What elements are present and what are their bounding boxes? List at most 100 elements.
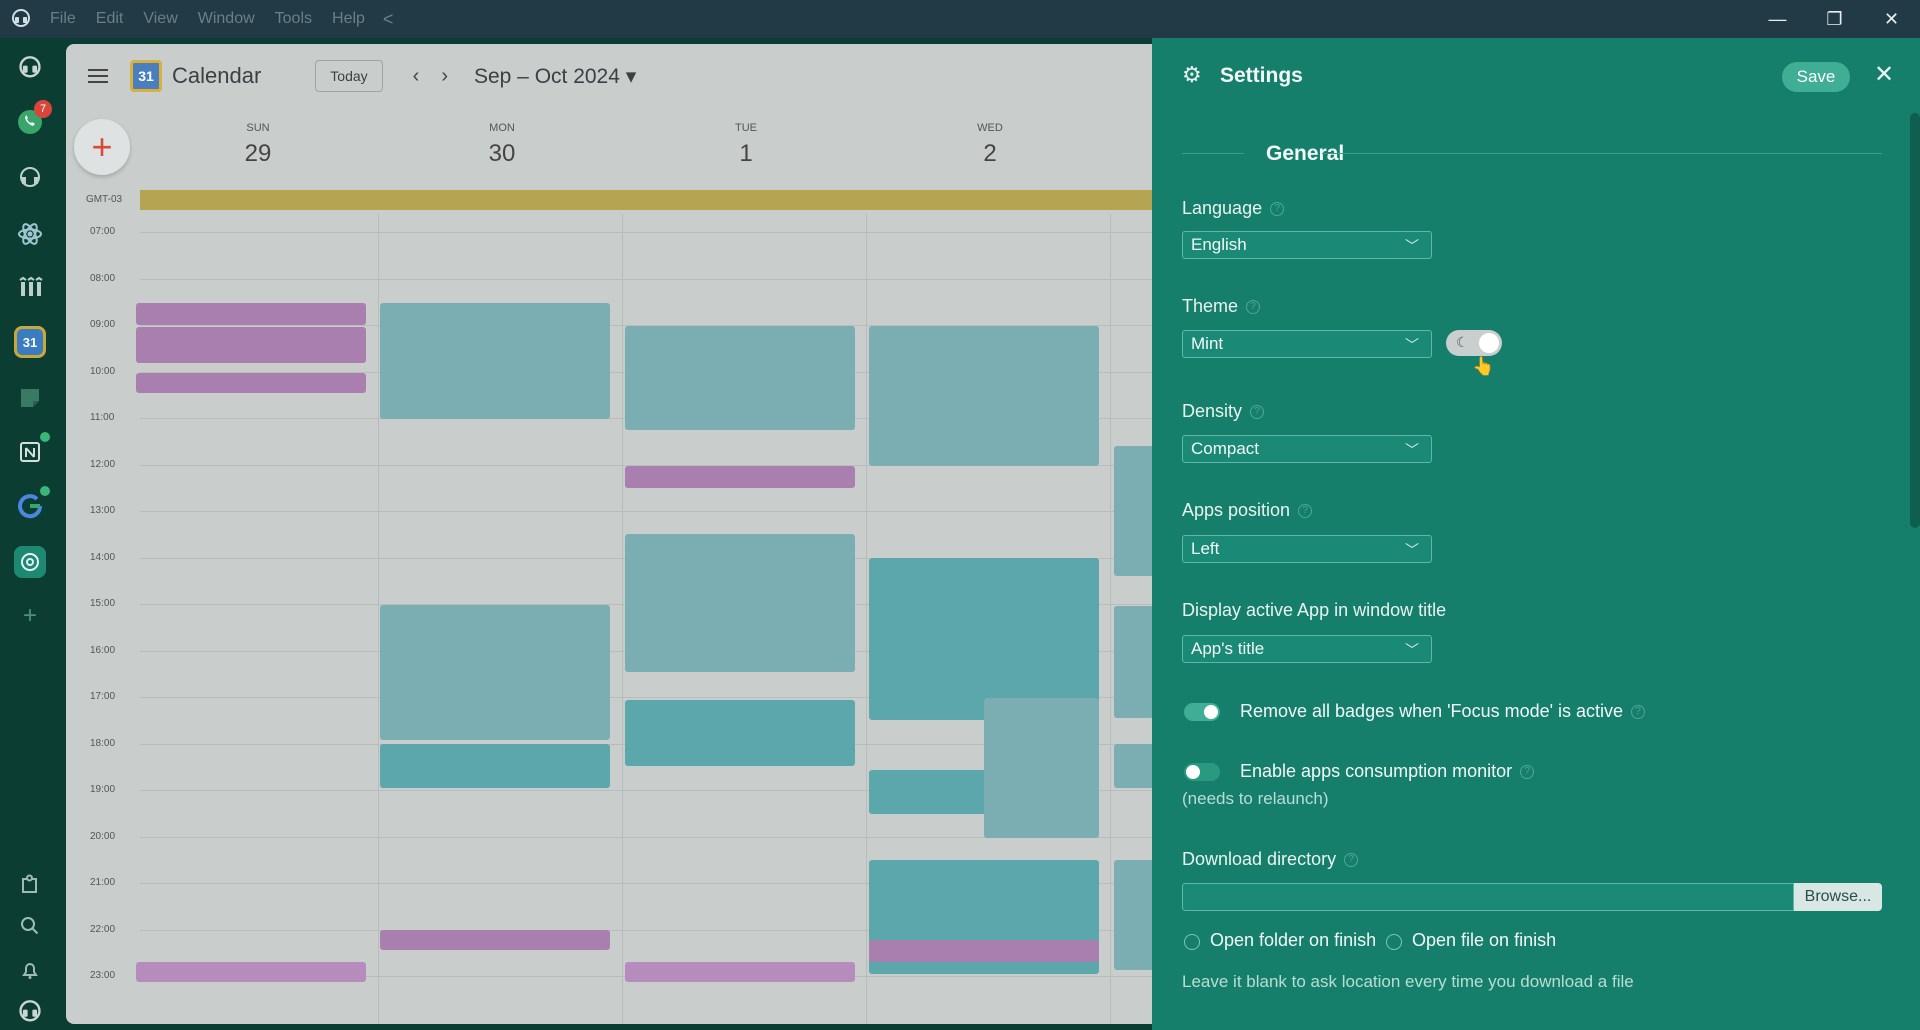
download-hint: Leave it blank to ask location every tim… bbox=[1182, 972, 1634, 991]
calendar-event[interactable] bbox=[625, 326, 855, 430]
all-day-event[interactable] bbox=[140, 190, 1152, 210]
apps-position-select[interactable]: Left ﹀ bbox=[1182, 535, 1432, 563]
notes-icon[interactable] bbox=[14, 382, 46, 414]
calendar-event[interactable] bbox=[136, 373, 366, 393]
hour-label: 23:00 bbox=[90, 970, 116, 981]
maximize-button[interactable]: ❐ bbox=[1806, 0, 1863, 38]
calendar-event[interactable] bbox=[1114, 446, 1152, 576]
google-icon[interactable] bbox=[14, 486, 50, 522]
toggle-knob bbox=[1204, 705, 1218, 719]
calendar-event[interactable] bbox=[1114, 744, 1152, 788]
day-header-wed[interactable]: WED 2 bbox=[930, 122, 1050, 168]
day-divider bbox=[378, 214, 379, 1024]
day-header-tue[interactable]: TUE 1 bbox=[686, 122, 806, 168]
help-icon[interactable]: ? bbox=[1246, 300, 1261, 315]
save-button[interactable]: Save bbox=[1782, 62, 1850, 92]
calendar-header: 31 Calendar Today ‹ › Sep – Oct 2024 ▾ bbox=[66, 44, 1152, 108]
close-window-button[interactable]: ✕ bbox=[1863, 0, 1920, 38]
hour-label: 09:00 bbox=[90, 319, 116, 330]
calendar-nav: ‹ › bbox=[413, 65, 448, 88]
density-select[interactable]: Compact ﹀ bbox=[1182, 435, 1432, 463]
menu-edit[interactable]: Edit bbox=[96, 10, 124, 28]
hour-line bbox=[140, 232, 1152, 233]
calendar-event[interactable] bbox=[380, 303, 610, 419]
next-week-icon[interactable]: › bbox=[441, 65, 448, 88]
calendar-event[interactable] bbox=[1114, 606, 1152, 718]
calendar-icon[interactable]: 31 bbox=[14, 326, 46, 358]
prev-week-icon[interactable]: ‹ bbox=[413, 65, 420, 88]
calendar-event[interactable] bbox=[869, 770, 989, 814]
puzzle-icon[interactable] bbox=[14, 868, 46, 900]
whatsapp-icon[interactable]: 7 bbox=[14, 100, 52, 138]
theme-select[interactable]: Mint ﹀ bbox=[1182, 330, 1432, 358]
help-icon[interactable]: ? bbox=[1270, 202, 1285, 217]
chatgpt-icon[interactable] bbox=[14, 546, 46, 578]
calendar-event[interactable] bbox=[136, 327, 366, 363]
bell-icon[interactable] bbox=[14, 954, 46, 986]
language-select[interactable]: English ﹀ bbox=[1182, 231, 1432, 259]
day-header-sun[interactable]: SUN 29 bbox=[198, 122, 318, 168]
calendar-event[interactable] bbox=[136, 962, 366, 982]
menu-file[interactable]: File bbox=[50, 10, 76, 28]
search-icon[interactable] bbox=[14, 910, 46, 942]
calendar-event[interactable] bbox=[869, 326, 1099, 466]
profile-icon[interactable] bbox=[14, 996, 46, 1028]
hour-label: 07:00 bbox=[90, 226, 116, 237]
back-chevron-icon[interactable]: < bbox=[383, 9, 394, 30]
day-header-mon[interactable]: MON 30 bbox=[442, 122, 562, 168]
calendar-event[interactable] bbox=[869, 940, 1099, 962]
menu-help[interactable]: Help bbox=[332, 10, 365, 28]
open-folder-radio[interactable] bbox=[1184, 934, 1200, 950]
open-file-radio[interactable] bbox=[1386, 934, 1402, 950]
calendar-event[interactable] bbox=[1114, 860, 1152, 970]
help-icon[interactable]: ? bbox=[1631, 705, 1646, 720]
active-app-title-select[interactable]: App's title ﹀ bbox=[1182, 635, 1432, 663]
help-icon[interactable]: ? bbox=[1520, 765, 1535, 780]
calendar-event[interactable] bbox=[380, 744, 610, 788]
calendar-event[interactable] bbox=[625, 466, 855, 488]
hour-label: 08:00 bbox=[90, 272, 116, 284]
atom-icon[interactable] bbox=[14, 218, 46, 250]
help-icon[interactable]: ? bbox=[1344, 853, 1359, 868]
settings-scrollbar[interactable] bbox=[1910, 113, 1920, 528]
date-range-picker[interactable]: Sep – Oct 2024 ▾ bbox=[474, 64, 636, 89]
minimize-button[interactable]: — bbox=[1749, 0, 1806, 38]
menu-window[interactable]: Window bbox=[198, 10, 255, 28]
calendar-event[interactable] bbox=[984, 698, 1099, 838]
notion-icon[interactable] bbox=[14, 432, 50, 468]
mouse-cursor-icon: 👆 bbox=[1472, 356, 1495, 376]
toggle-knob bbox=[1186, 765, 1200, 779]
add-app-icon[interactable]: + bbox=[14, 600, 46, 632]
remove-badges-toggle[interactable] bbox=[1184, 703, 1220, 721]
dark-mode-toggle[interactable]: ☾ bbox=[1446, 330, 1502, 356]
support-icon[interactable] bbox=[14, 162, 46, 194]
help-icon[interactable]: ? bbox=[1298, 504, 1313, 519]
close-settings-icon[interactable]: ✕ bbox=[1874, 60, 1894, 89]
calendar-event[interactable] bbox=[625, 534, 855, 672]
consumption-monitor-toggle[interactable] bbox=[1184, 763, 1220, 781]
menu-view[interactable]: View bbox=[143, 10, 177, 28]
create-event-button[interactable]: + bbox=[74, 119, 130, 175]
help-icon[interactable]: ? bbox=[1250, 405, 1265, 420]
toggle-knob bbox=[1479, 333, 1499, 353]
calendar-event[interactable] bbox=[380, 605, 610, 740]
browse-button[interactable]: Browse... bbox=[1794, 883, 1882, 911]
franz-icon[interactable] bbox=[14, 52, 46, 84]
kanban-icon[interactable] bbox=[14, 272, 46, 304]
today-button[interactable]: Today bbox=[315, 60, 383, 92]
hour-label: 17:00 bbox=[90, 691, 116, 702]
settings-title: Settings bbox=[1220, 64, 1303, 87]
calendar-event[interactable] bbox=[380, 930, 610, 950]
open-file-label: Open file on finish bbox=[1412, 930, 1557, 950]
section-title-general: General bbox=[1266, 142, 1345, 165]
hamburger-menu-icon[interactable] bbox=[88, 65, 108, 87]
hour-label: 20:00 bbox=[90, 830, 116, 842]
calendar-event[interactable] bbox=[136, 303, 366, 325]
download-directory-input[interactable] bbox=[1182, 883, 1794, 911]
menu-bar: File Edit View Window Tools Help bbox=[50, 10, 365, 28]
hour-label: 12:00 bbox=[90, 458, 116, 470]
calendar-event[interactable] bbox=[625, 700, 855, 766]
menu-tools[interactable]: Tools bbox=[275, 10, 312, 28]
calendar-event[interactable] bbox=[869, 558, 1099, 720]
calendar-event[interactable] bbox=[625, 962, 855, 982]
